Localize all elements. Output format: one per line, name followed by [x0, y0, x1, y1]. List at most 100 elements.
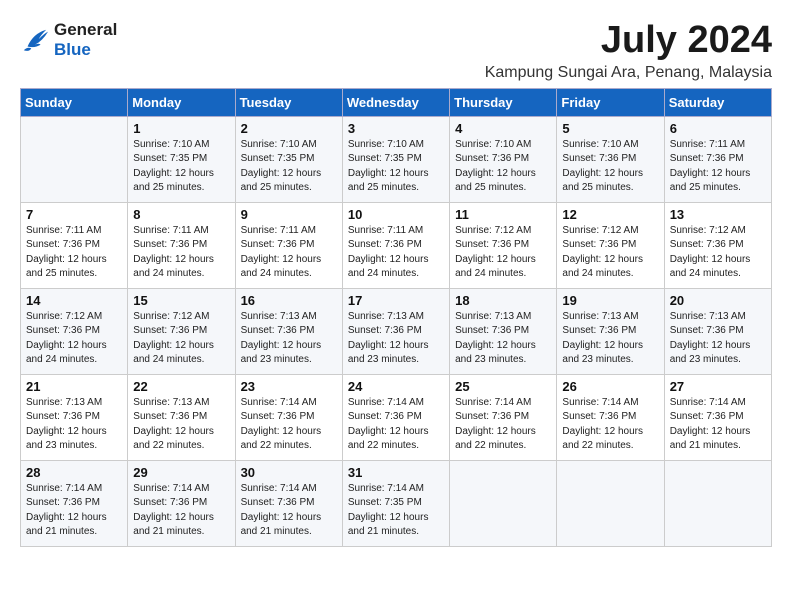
calendar-cell [450, 460, 557, 546]
calendar-cell: 10Sunrise: 7:11 AMSunset: 7:36 PMDayligh… [342, 202, 449, 288]
cell-sun-info: Sunrise: 7:10 AMSunset: 7:35 PMDaylight:… [348, 138, 444, 196]
cell-sun-info: Sunrise: 7:14 AMSunset: 7:36 PMDaylight:… [133, 482, 229, 540]
calendar-week-row: 1 Sunrise: 7:10 AMSunset: 7:35 PMDaylight… [21, 116, 772, 202]
calendar-week-row: 28Sunrise: 7:14 AMSunset: 7:36 PMDayligh… [21, 460, 772, 546]
cell-sun-info: Sunrise: 7:12 AMSunset: 7:36 PMDaylight:… [670, 224, 766, 282]
weekday-header-saturday: Saturday [664, 88, 771, 116]
day-number: 7 [26, 207, 122, 222]
calendar-cell: 19Sunrise: 7:13 AMSunset: 7:36 PMDayligh… [557, 288, 664, 374]
cell-sun-info: Sunrise: 7:12 AMSunset: 7:36 PMDaylight:… [562, 224, 658, 282]
weekday-header-friday: Friday [557, 88, 664, 116]
calendar-cell: 13 Sunrise: 7:12 AMSunset: 7:36 PMDayligh… [664, 202, 771, 288]
day-number: 2 [241, 121, 337, 136]
day-number: 18 [455, 293, 551, 308]
cell-sun-info: Sunrise: 7:13 AMSunset: 7:36 PMDaylight:… [26, 396, 122, 454]
day-number: 17 [348, 293, 444, 308]
cell-sun-info: Sunrise: 7:11 AMSunset: 7:36 PMDaylight:… [241, 224, 337, 282]
cell-sun-info: Sunrise: 7:12 AMSunset: 7:36 PMDaylight:… [455, 224, 551, 282]
calendar-header-row: SundayMondayTuesdayWednesdayThursdayFrid… [21, 88, 772, 116]
day-number: 14 [26, 293, 122, 308]
calendar-cell: 2 Sunrise: 7:10 AMSunset: 7:35 PMDaylight… [235, 116, 342, 202]
cell-sun-info: Sunrise: 7:14 AMSunset: 7:36 PMDaylight:… [241, 482, 337, 540]
title-block: July 2024 Kampung Sungai Ara, Penang, Ma… [485, 20, 772, 82]
cell-sun-info: Sunrise: 7:11 AMSunset: 7:36 PMDaylight:… [26, 224, 122, 282]
cell-sun-info: Sunrise: 7:10 AMSunset: 7:36 PMDaylight:… [455, 138, 551, 196]
day-number: 6 [670, 121, 766, 136]
calendar-cell: 6 Sunrise: 7:11 AMSunset: 7:36 PMDaylight… [664, 116, 771, 202]
calendar-cell: 25Sunrise: 7:14 AMSunset: 7:36 PMDayligh… [450, 374, 557, 460]
logo-icon [20, 26, 50, 54]
cell-sun-info: Sunrise: 7:12 AMSunset: 7:36 PMDaylight:… [26, 310, 122, 368]
day-number: 13 [670, 207, 766, 222]
cell-sun-info: Sunrise: 7:10 AMSunset: 7:35 PMDaylight:… [241, 138, 337, 196]
day-number: 15 [133, 293, 229, 308]
weekday-header-thursday: Thursday [450, 88, 557, 116]
month-title: July 2024 [485, 20, 772, 62]
calendar-cell: 27 Sunrise: 7:14 AMSunset: 7:36 PMDayligh… [664, 374, 771, 460]
calendar-cell: 15 Sunrise: 7:12 AMSunset: 7:36 PMDayligh… [128, 288, 235, 374]
calendar-cell [664, 460, 771, 546]
day-number: 4 [455, 121, 551, 136]
calendar-cell: 24 Sunrise: 7:14 AMSunset: 7:36 PMDayligh… [342, 374, 449, 460]
day-number: 29 [133, 465, 229, 480]
cell-sun-info: Sunrise: 7:10 AMSunset: 7:36 PMDaylight:… [562, 138, 658, 196]
calendar-cell: 4 Sunrise: 7:10 AMSunset: 7:36 PMDaylight… [450, 116, 557, 202]
cell-sun-info: Sunrise: 7:13 AMSunset: 7:36 PMDaylight:… [348, 310, 444, 368]
cell-sun-info: Sunrise: 7:13 AMSunset: 7:36 PMDaylight:… [241, 310, 337, 368]
cell-sun-info: Sunrise: 7:11 AMSunset: 7:36 PMDaylight:… [670, 138, 766, 196]
cell-sun-info: Sunrise: 7:13 AMSunset: 7:36 PMDaylight:… [133, 396, 229, 454]
calendar-cell: 1 Sunrise: 7:10 AMSunset: 7:35 PMDaylight… [128, 116, 235, 202]
cell-sun-info: Sunrise: 7:14 AMSunset: 7:36 PMDaylight:… [670, 396, 766, 454]
calendar-cell: 12 Sunrise: 7:12 AMSunset: 7:36 PMDayligh… [557, 202, 664, 288]
cell-sun-info: Sunrise: 7:11 AMSunset: 7:36 PMDaylight:… [133, 224, 229, 282]
day-number: 10 [348, 207, 444, 222]
calendar-cell: 18 Sunrise: 7:13 AMSunset: 7:36 PMDayligh… [450, 288, 557, 374]
calendar-cell: 5 Sunrise: 7:10 AMSunset: 7:36 PMDaylight… [557, 116, 664, 202]
day-number: 11 [455, 207, 551, 222]
calendar-cell: 31 Sunrise: 7:14 AMSunset: 7:35 PMDayligh… [342, 460, 449, 546]
calendar-cell: 21 Sunrise: 7:13 AMSunset: 7:36 PMDayligh… [21, 374, 128, 460]
day-number: 1 [133, 121, 229, 136]
calendar-cell: 7 Sunrise: 7:11 AMSunset: 7:36 PMDaylight… [21, 202, 128, 288]
calendar-cell: 26 Sunrise: 7:14 AMSunset: 7:36 PMDayligh… [557, 374, 664, 460]
cell-sun-info: Sunrise: 7:14 AMSunset: 7:36 PMDaylight:… [241, 396, 337, 454]
day-number: 22 [133, 379, 229, 394]
cell-sun-info: Sunrise: 7:13 AMSunset: 7:36 PMDaylight:… [455, 310, 551, 368]
calendar-cell: 20 Sunrise: 7:13 AMSunset: 7:36 PMDayligh… [664, 288, 771, 374]
cell-sun-info: Sunrise: 7:13 AMSunset: 7:36 PMDaylight:… [670, 310, 766, 368]
calendar-cell: 29 Sunrise: 7:14 AMSunset: 7:36 PMDayligh… [128, 460, 235, 546]
cell-sun-info: Sunrise: 7:10 AMSunset: 7:35 PMDaylight:… [133, 138, 229, 196]
day-number: 5 [562, 121, 658, 136]
day-number: 12 [562, 207, 658, 222]
cell-sun-info: Sunrise: 7:14 AMSunset: 7:36 PMDaylight:… [348, 396, 444, 454]
cell-sun-info: Sunrise: 7:14 AMSunset: 7:36 PMDaylight:… [562, 396, 658, 454]
day-number: 23 [241, 379, 337, 394]
day-number: 27 [670, 379, 766, 394]
weekday-header-monday: Monday [128, 88, 235, 116]
day-number: 8 [133, 207, 229, 222]
day-number: 31 [348, 465, 444, 480]
weekday-header-tuesday: Tuesday [235, 88, 342, 116]
calendar-cell: 14 Sunrise: 7:12 AMSunset: 7:36 PMDayligh… [21, 288, 128, 374]
day-number: 21 [26, 379, 122, 394]
day-number: 20 [670, 293, 766, 308]
calendar-cell: 9Sunrise: 7:11 AMSunset: 7:36 PMDaylight… [235, 202, 342, 288]
logo-text-line1: General [54, 20, 117, 40]
calendar-cell: 22 Sunrise: 7:13 AMSunset: 7:36 PMDayligh… [128, 374, 235, 460]
day-number: 26 [562, 379, 658, 394]
day-number: 3 [348, 121, 444, 136]
cell-sun-info: Sunrise: 7:14 AMSunset: 7:36 PMDaylight:… [26, 482, 122, 540]
cell-sun-info: Sunrise: 7:12 AMSunset: 7:36 PMDaylight:… [133, 310, 229, 368]
calendar-table: SundayMondayTuesdayWednesdayThursdayFrid… [20, 88, 772, 547]
day-number: 24 [348, 379, 444, 394]
day-number: 19 [562, 293, 658, 308]
logo-text-line2: Blue [54, 40, 117, 60]
location-subtitle: Kampung Sungai Ara, Penang, Malaysia [485, 64, 772, 82]
day-number: 25 [455, 379, 551, 394]
cell-sun-info: Sunrise: 7:14 AMSunset: 7:35 PMDaylight:… [348, 482, 444, 540]
calendar-cell: 11 Sunrise: 7:12 AMSunset: 7:36 PMDayligh… [450, 202, 557, 288]
calendar-cell [21, 116, 128, 202]
calendar-cell: 3 Sunrise: 7:10 AMSunset: 7:35 PMDaylight… [342, 116, 449, 202]
calendar-cell: 30Sunrise: 7:14 AMSunset: 7:36 PMDayligh… [235, 460, 342, 546]
calendar-cell: 8 Sunrise: 7:11 AMSunset: 7:36 PMDaylight… [128, 202, 235, 288]
